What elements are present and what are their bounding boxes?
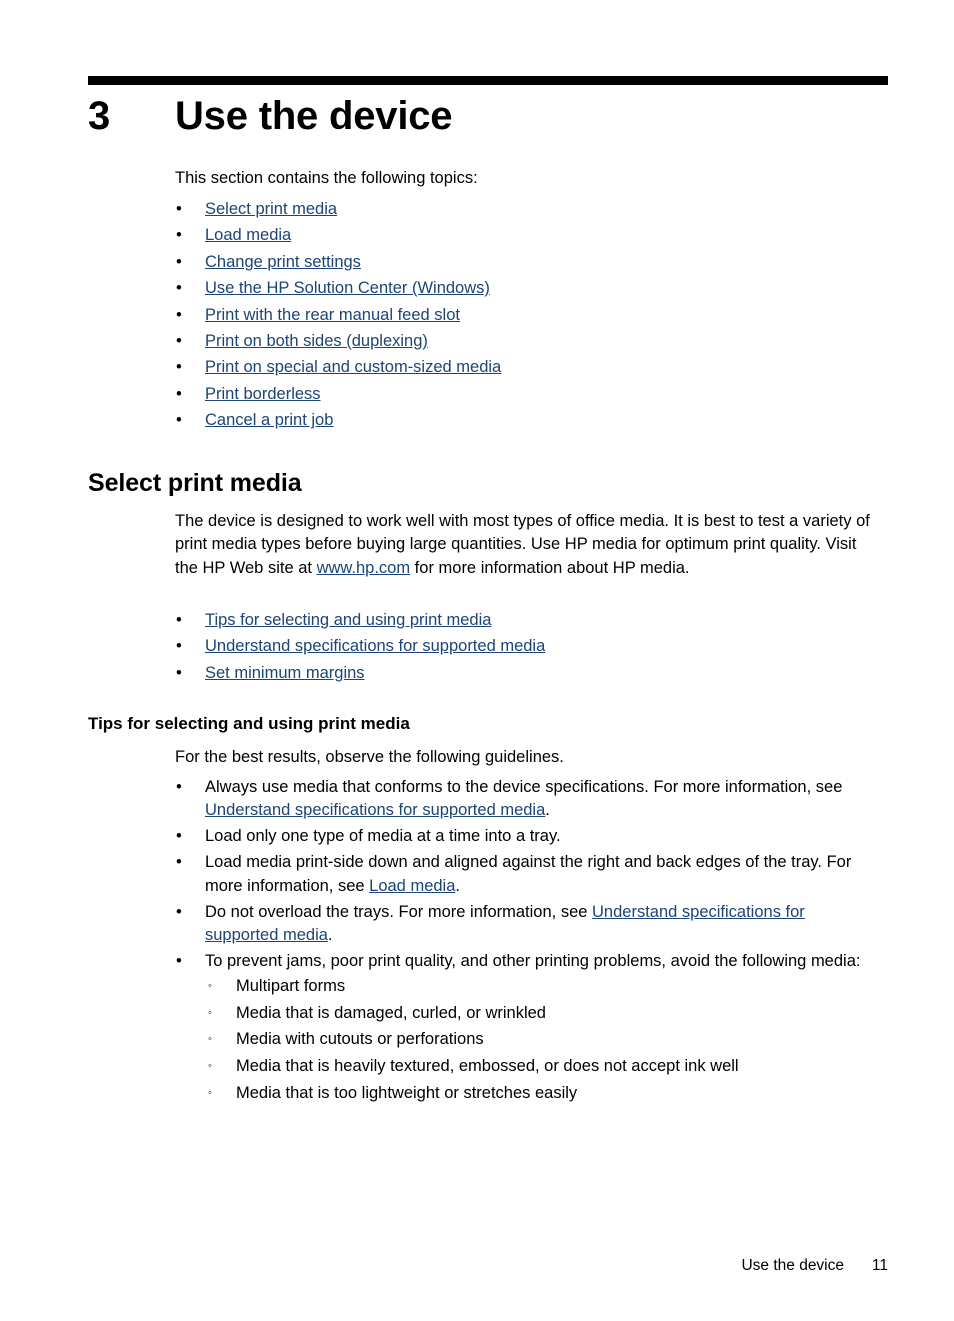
guideline-text: To prevent jams, poor print quality, and… <box>205 951 861 970</box>
subsection-heading: Tips for selecting and using print media <box>88 714 410 733</box>
bullet-icon: • <box>176 827 182 846</box>
hollow-circle-bullet-icon: ◦ <box>208 1086 212 1099</box>
bullet-icon: • <box>176 305 182 324</box>
bullet-icon: • <box>176 226 182 245</box>
list-item: • Load media print-side down and aligned… <box>176 851 882 898</box>
section-paragraph: The device is designed to work well with… <box>175 510 881 580</box>
list-item[interactable]: • Tips for selecting and using print med… <box>176 609 886 635</box>
avoid-media-text: Media that is damaged, curled, or wrinkl… <box>236 1003 546 1022</box>
list-item[interactable]: • Load media <box>176 224 886 250</box>
bullet-icon: • <box>176 853 182 872</box>
section-heading: Select print media <box>88 469 302 497</box>
topic-link-load-media[interactable]: Load media <box>205 226 291 244</box>
guideline-text: Load media print-side down and aligned a… <box>205 853 852 895</box>
bullet-icon: • <box>176 663 182 682</box>
avoid-media-text: Multipart forms <box>236 977 346 996</box>
guidelines-list: • Always use media that conforms to the … <box>176 776 882 1111</box>
list-item[interactable]: • Print borderless <box>176 383 886 409</box>
list-item: • Always use media that conforms to the … <box>176 776 882 823</box>
chapter-intro-text: This section contains the following topi… <box>175 169 478 187</box>
avoid-media-text: Media that is heavily textured, embossed… <box>236 1057 739 1076</box>
hp-website-link[interactable]: www.hp.com <box>317 559 411 577</box>
chapter-heading-text: Use the device <box>175 94 453 138</box>
hollow-circle-bullet-icon: ◦ <box>208 1006 212 1019</box>
topic-link-rear-manual-feed-slot[interactable]: Print with the rear manual feed slot <box>205 306 460 324</box>
topic-link-special-custom-sized-media[interactable]: Print on special and custom-sized media <box>205 358 501 376</box>
list-item: ◦ Media that is damaged, curled, or wrin… <box>207 1002 882 1029</box>
list-item[interactable]: • Print on special and custom-sized medi… <box>176 356 886 382</box>
topic-link-cancel-print-job[interactable]: Cancel a print job <box>205 411 333 429</box>
sublink-understand-specifications[interactable]: Understand specifications for supported … <box>205 637 545 655</box>
list-item[interactable]: • Print with the rear manual feed slot <box>176 304 886 330</box>
list-item[interactable]: • Use the HP Solution Center (Windows) <box>176 277 886 303</box>
topic-link-hp-solution-center[interactable]: Use the HP Solution Center (Windows) <box>205 279 490 297</box>
guideline-text: Always use media that conforms to the de… <box>205 778 843 796</box>
bullet-icon: • <box>176 279 182 298</box>
sublink-tips-for-selecting[interactable]: Tips for selecting and using print media <box>205 611 491 629</box>
topic-link-select-print-media[interactable]: Select print media <box>205 200 337 218</box>
list-item[interactable]: • Change print settings <box>176 251 886 277</box>
list-item: ◦ Multipart forms <box>207 975 882 1002</box>
bullet-icon: • <box>176 637 182 656</box>
topic-link-print-both-sides[interactable]: Print on both sides (duplexing) <box>205 332 428 350</box>
inline-link-understand-specifications[interactable]: Understand specifications for supported … <box>205 801 545 819</box>
list-item[interactable]: • Understand specifications for supporte… <box>176 635 886 661</box>
list-item: ◦ Media that is heavily textured, emboss… <box>207 1055 882 1082</box>
footer-chapter-label: Use the device <box>741 1257 844 1274</box>
list-item: • Do not overload the trays. For more in… <box>176 901 882 948</box>
guideline-text-tail: . <box>327 925 333 944</box>
bullet-icon: • <box>176 384 182 403</box>
chapter-title: 3 Use the device <box>88 90 888 148</box>
hollow-circle-bullet-icon: ◦ <box>208 1060 212 1073</box>
bullet-icon: • <box>176 611 182 629</box>
avoid-media-text: Media with cutouts or perforations <box>236 1030 484 1049</box>
guideline-text-tail: . <box>455 876 460 895</box>
list-item: ◦ Media with cutouts or perforations <box>207 1028 882 1055</box>
footer-page-number: 11 <box>871 1257 888 1274</box>
bullet-icon: • <box>176 902 182 921</box>
chapter-divider-rule <box>88 76 888 85</box>
topic-link-print-borderless[interactable]: Print borderless <box>205 385 321 403</box>
list-item[interactable]: • Print on both sides (duplexing) <box>176 330 886 356</box>
section-sublink-list: • Tips for selecting and using print med… <box>176 609 886 688</box>
sublink-set-minimum-margins[interactable]: Set minimum margins <box>205 664 365 682</box>
avoid-media-text: Media that is too lightweight or stretch… <box>236 1083 578 1102</box>
list-item[interactable]: • Cancel a print job <box>176 409 886 435</box>
list-item[interactable]: • Set minimum margins <box>176 662 886 688</box>
bullet-icon: • <box>176 778 182 796</box>
guideline-text: Load only one type of media at a time in… <box>205 827 561 846</box>
hollow-circle-bullet-icon: ◦ <box>208 1033 212 1046</box>
paragraph-text-after-link: for more information about HP media. <box>410 558 690 577</box>
bullet-icon: • <box>176 411 182 430</box>
bullet-icon: • <box>176 252 182 271</box>
guideline-text-tail: . <box>545 801 550 820</box>
bullet-icon: • <box>176 951 182 970</box>
page-footer: Use the device 11 <box>88 1255 888 1277</box>
document-page: 3 Use the device This section contains t… <box>0 0 954 1321</box>
topic-link-list: • Select print media • Load media • Chan… <box>176 198 886 436</box>
guideline-text: Do not overload the trays. For more info… <box>205 902 593 921</box>
list-item[interactable]: • Select print media <box>176 198 886 224</box>
bullet-icon: • <box>176 358 182 377</box>
avoid-media-list: ◦ Multipart forms ◦ Media that is damage… <box>205 975 882 1108</box>
list-item: • Load only one type of media at a time … <box>176 825 882 848</box>
bullet-icon: • <box>176 331 182 350</box>
chapter-number: 3 <box>88 94 111 138</box>
list-item: • To prevent jams, poor print quality, a… <box>176 950 882 1108</box>
inline-link-load-media[interactable]: Load media <box>369 877 455 895</box>
hollow-circle-bullet-icon: ◦ <box>208 980 212 993</box>
subsection-intro-text: For the best results, observe the follow… <box>175 748 564 766</box>
list-item: ◦ Media that is too lightweight or stret… <box>207 1082 882 1109</box>
topic-link-change-print-settings[interactable]: Change print settings <box>205 253 361 271</box>
bullet-icon: • <box>176 200 182 218</box>
